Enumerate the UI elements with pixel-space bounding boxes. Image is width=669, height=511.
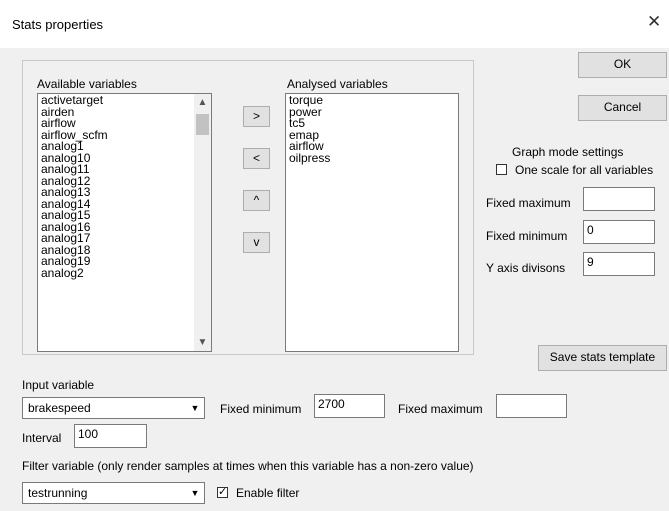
filter-variable-label: Filter variable (only render samples at …	[22, 459, 474, 473]
available-variables-label: Available variables	[37, 77, 137, 91]
close-icon[interactable]: ✕	[647, 13, 661, 30]
input-variable-label: Input variable	[22, 378, 95, 392]
check-icon: ✓	[218, 486, 228, 498]
ok-button[interactable]: OK	[578, 52, 667, 78]
interval-label: Interval	[22, 431, 62, 445]
scroll-down-icon[interactable]: ▼	[194, 334, 211, 351]
graph-fixed-min-label: Fixed minimum	[486, 229, 568, 243]
scroll-up-icon[interactable]: ▲	[194, 94, 211, 111]
input-variable-value: brakespeed	[28, 401, 91, 415]
input-fixed-min-input[interactable]: 2700	[314, 394, 385, 418]
filter-variable-select[interactable]: testrunning ▼	[22, 482, 205, 504]
input-fixed-min-label: Fixed minimum	[220, 402, 302, 416]
add-variable-button[interactable]: >	[243, 106, 270, 127]
graph-fixed-max-input[interactable]	[583, 187, 655, 211]
cancel-button[interactable]: Cancel	[578, 95, 667, 121]
one-scale-label: One scale for all variables	[515, 163, 654, 177]
move-down-button[interactable]: v	[243, 232, 270, 253]
interval-input[interactable]: 100	[74, 424, 147, 448]
one-scale-checkbox[interactable]	[496, 164, 507, 175]
y-axis-divisions-label: Y axis divisons	[486, 261, 566, 275]
analysed-variables-label: Analysed variables	[287, 77, 388, 91]
available-variable-item[interactable]: analog2	[41, 267, 208, 280]
analysed-variables-list[interactable]: torque power tc5 emap airflow oilpress	[285, 93, 459, 352]
input-variable-select[interactable]: brakespeed ▼	[22, 397, 205, 419]
analysed-variable-item[interactable]: power	[289, 106, 455, 119]
enable-filter-label: Enable filter	[236, 486, 300, 500]
graph-fixed-min-input[interactable]: 0	[583, 220, 655, 244]
enable-filter-checkbox[interactable]: ✓	[217, 487, 228, 498]
window-title: Stats properties	[12, 17, 104, 32]
available-list-scrollbar[interactable]: ▲ ▼	[194, 94, 211, 351]
filter-variable-value: testrunning	[28, 486, 88, 500]
available-variables-list[interactable]: activetarget airden airflow airflow_scfm ana…	[37, 93, 212, 352]
chevron-down-icon[interactable]: ▼	[186, 398, 204, 418]
graph-mode-title: Graph mode settings	[512, 145, 624, 159]
analysed-variable-item[interactable]: oilpress	[289, 152, 455, 165]
save-stats-template-button[interactable]: Save stats template	[538, 345, 667, 371]
scroll-thumb[interactable]	[196, 114, 209, 135]
move-up-button[interactable]: ^	[243, 190, 270, 211]
y-axis-divisions-input[interactable]: 9	[583, 252, 655, 276]
input-fixed-max-input[interactable]	[496, 394, 567, 418]
graph-fixed-max-label: Fixed maximum	[486, 196, 571, 210]
chevron-down-icon[interactable]: ▼	[186, 483, 204, 503]
remove-variable-button[interactable]: <	[243, 148, 270, 169]
input-fixed-max-label: Fixed maximum	[398, 402, 483, 416]
